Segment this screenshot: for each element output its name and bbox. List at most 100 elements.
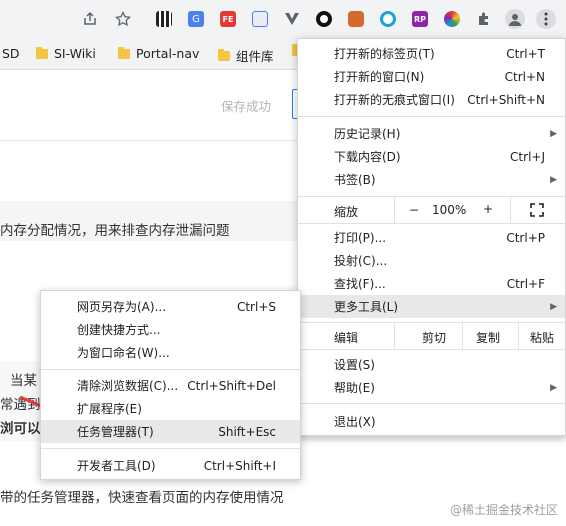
menu-separator xyxy=(298,403,565,404)
menu-item-settings[interactable]: 设置(S) xyxy=(298,353,565,376)
menu-item-new-tab[interactable]: 打开新的标签页(T) Ctrl+T xyxy=(298,42,565,65)
menu-item-shortcut: Ctrl+Shift+I xyxy=(203,458,276,473)
menu-item-label: 清除浏览数据(C)... xyxy=(77,379,179,393)
bookmark-components[interactable]: 组件库 xyxy=(218,46,274,65)
menu-separator xyxy=(41,448,300,449)
menu-separator xyxy=(298,116,565,117)
refresh-extension-icon[interactable] xyxy=(380,11,396,27)
menu-item-shortcut: Shift+Esc xyxy=(218,424,276,439)
menu-item-label: 打开新的标签页(T) xyxy=(334,47,435,61)
vue-extension-icon[interactable] xyxy=(284,11,300,27)
zoom-level: 100% xyxy=(432,203,467,217)
folder-icon xyxy=(118,46,130,59)
more-menu-icon[interactable] xyxy=(536,9,556,29)
menu-item-shortcut: Ctrl+F xyxy=(506,276,545,291)
edit-label: 编辑 xyxy=(334,331,359,345)
bookmark-label: SD xyxy=(2,46,20,61)
menu-item-label: 退出(X) xyxy=(334,415,376,429)
menu-item-shortcut: Ctrl+J xyxy=(510,149,545,164)
menu-item-shortcut: Ctrl+P xyxy=(506,230,545,245)
menu-item-task-manager[interactable]: 任务管理器(T) Shift+Esc xyxy=(41,420,300,443)
cut-button[interactable]: 剪切 xyxy=(422,329,446,346)
submenu-arrow-icon: ▶ xyxy=(550,128,557,139)
menu-item-clear-data[interactable]: 清除浏览数据(C)... Ctrl+Shift+Del xyxy=(41,374,300,397)
copy-button[interactable]: 复制 xyxy=(476,329,500,346)
menu-item-more-tools[interactable]: 更多工具(L) ▶ xyxy=(298,295,565,318)
edit-divider xyxy=(462,323,463,349)
article-line: 内存分配情况，用来排查内存泄漏问题 xyxy=(0,223,230,239)
save-status: 保存成功 xyxy=(221,99,272,114)
qr-extension-icon[interactable] xyxy=(156,11,172,27)
translate-extension-icon[interactable]: G xyxy=(188,11,204,27)
folder-icon xyxy=(36,46,48,59)
bookmark-sd[interactable]: SD xyxy=(2,46,20,61)
paste-button[interactable]: 粘贴 xyxy=(530,329,554,346)
fox-extension-icon[interactable] xyxy=(348,11,364,27)
menu-separator xyxy=(298,349,565,350)
menu-item-label: 打印(P)... xyxy=(334,231,387,245)
profile-icon[interactable] xyxy=(505,9,525,29)
menu-item-dev-tools[interactable]: 开发者工具(D) Ctrl+Shift+I xyxy=(41,454,300,477)
menu-item-label: 创建快捷方式... xyxy=(77,323,161,337)
puzzle-icon[interactable] xyxy=(474,9,494,29)
zoom-divider xyxy=(394,197,395,223)
menu-item-help[interactable]: 帮助(E) ▶ xyxy=(298,376,565,399)
menu-item-find[interactable]: 查找(F)... Ctrl+F xyxy=(298,272,565,295)
menu-item-label: 帮助(E) xyxy=(334,381,375,395)
menu-item-downloads[interactable]: 下载内容(D) Ctrl+J xyxy=(298,145,565,168)
menu-item-bookmarks[interactable]: 书签(B) ▶ xyxy=(298,168,565,191)
zoom-row: 缩放 − 100% + xyxy=(298,197,565,223)
zoom-divider xyxy=(510,197,511,223)
menu-item-label: 设置(S) xyxy=(334,358,375,372)
menu-item-label: 书签(B) xyxy=(334,173,376,187)
menu-item-label: 开发者工具(D) xyxy=(77,459,156,473)
fe-extension-icon[interactable]: FE xyxy=(220,11,236,27)
fullscreen-icon[interactable] xyxy=(530,203,544,220)
menu-item-history[interactable]: 历史记录(H) ▶ xyxy=(298,122,565,145)
menu-item-label: 扩展程序(E) xyxy=(77,402,142,416)
menu-item-new-window[interactable]: 打开新的窗口(N) Ctrl+N xyxy=(298,65,565,88)
edit-divider xyxy=(518,323,519,349)
menu-item-incognito[interactable]: 打开新的无痕式窗口(I) Ctrl+Shift+N xyxy=(298,88,565,111)
more-tools-submenu: 网页另存为(A)... Ctrl+S 创建快捷方式... 为窗口命名(W)... … xyxy=(40,290,301,480)
zoom-in-button[interactable]: + xyxy=(478,202,498,216)
rp-label: RP xyxy=(413,14,427,24)
bookmark-label: 组件库 xyxy=(236,49,274,64)
star-icon[interactable] xyxy=(113,9,133,29)
rp-extension-icon[interactable]: RP xyxy=(412,11,428,27)
submenu-arrow-icon: ▶ xyxy=(550,382,557,393)
article-line: 当某 xyxy=(10,373,37,389)
menu-item-label: 更多工具(L) xyxy=(334,300,399,314)
watermark: @稀土掘金技术社区 xyxy=(449,503,558,517)
menu-item-label: 任务管理器(T) xyxy=(77,425,154,439)
menu-separator xyxy=(298,223,565,224)
menu-item-save-page[interactable]: 网页另存为(A)... Ctrl+S xyxy=(41,295,300,318)
menu-item-extensions[interactable]: 扩展程序(E) xyxy=(41,397,300,420)
circle-extension-icon[interactable] xyxy=(316,11,332,27)
zoom-out-button[interactable]: − xyxy=(404,203,424,217)
menu-item-name-window[interactable]: 为窗口命名(W)... xyxy=(41,341,300,364)
bookmark-label: SI-Wiki xyxy=(54,46,96,61)
edit-row: 编辑 剪切 复制 粘贴 xyxy=(298,323,565,349)
menu-item-create-shortcut[interactable]: 创建快捷方式... xyxy=(41,318,300,341)
bookmark-si-wiki[interactable]: SI-Wiki xyxy=(36,46,96,61)
menu-item-label: 打开新的无痕式窗口(I) xyxy=(334,93,455,107)
article-line: 带的任务管理器，快速查看页面的内存使用情况 xyxy=(0,490,284,506)
menu-item-exit[interactable]: 退出(X) xyxy=(298,410,565,433)
share-icon[interactable] xyxy=(80,9,100,29)
bookmark-portal-nav[interactable]: Portal-nav xyxy=(118,46,199,61)
menu-item-cast[interactable]: 投射(C)... xyxy=(298,249,565,272)
menu-item-label: 投射(C)... xyxy=(334,254,388,268)
submenu-arrow-icon: ▶ xyxy=(550,301,557,312)
color-extension-icon[interactable] xyxy=(444,11,460,27)
image-extension-icon[interactable] xyxy=(252,11,268,27)
menu-item-shortcut: Ctrl+S xyxy=(236,299,276,314)
menu-item-label: 网页另存为(A)... xyxy=(77,300,167,314)
menu-item-print[interactable]: 打印(P)... Ctrl+P xyxy=(298,226,565,249)
browser-toolbar: G FE RP xyxy=(0,0,566,38)
menu-item-shortcut: Ctrl+Shift+Del xyxy=(187,378,276,393)
menu-item-shortcut: Ctrl+N xyxy=(504,69,545,84)
menu-item-label: 下载内容(D) xyxy=(334,150,401,164)
chrome-main-menu: 打开新的标签页(T) Ctrl+T 打开新的窗口(N) Ctrl+N 打开新的无痕式… xyxy=(297,38,566,436)
menu-item-shortcut: Ctrl+Shift+N xyxy=(467,92,545,107)
